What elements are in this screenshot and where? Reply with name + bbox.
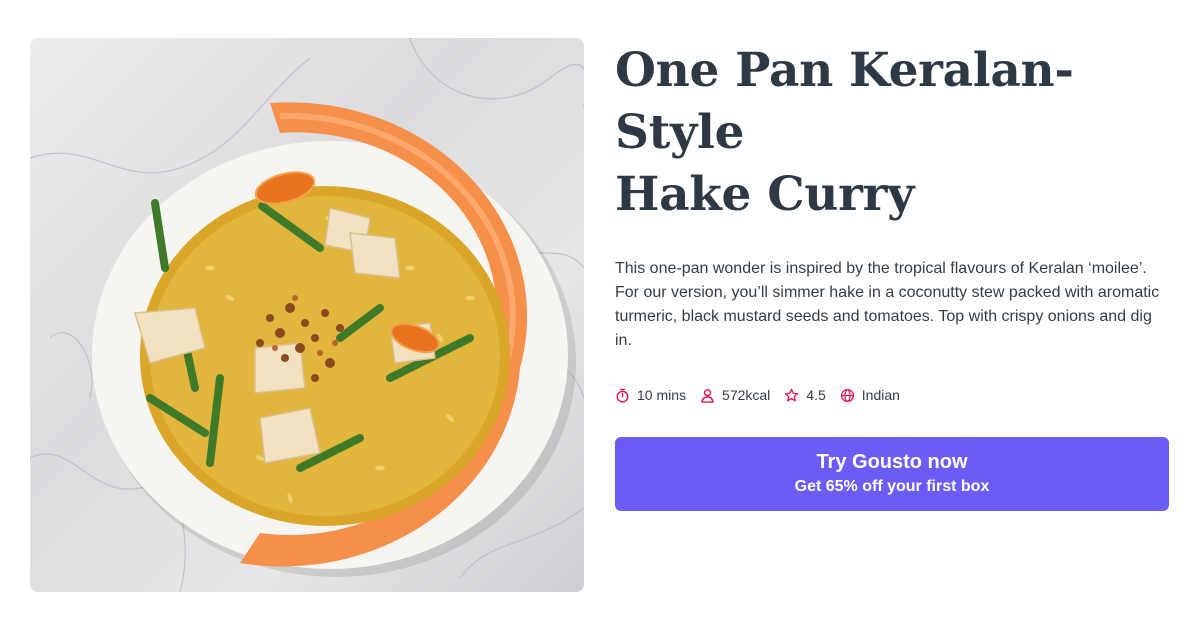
star-icon xyxy=(785,388,799,401)
recipe-share-card: One Pan Keralan-Style Hake Curry This on… xyxy=(0,0,1200,630)
meta-rating-label: 4.5 xyxy=(806,387,826,403)
recipe-title-line-2: Hake Curry xyxy=(615,167,915,222)
globe-icon xyxy=(840,388,854,402)
cta-sublabel: Get 65% off your first box xyxy=(794,478,990,495)
recipe-description: This one-pan wonder is inspired by the t… xyxy=(615,260,1160,349)
try-gousto-button[interactable]: Try Gousto now Get 65% off your first bo… xyxy=(615,437,1169,511)
recipe-photo xyxy=(30,38,584,592)
meta-time: 10 mins xyxy=(615,387,686,403)
meta-calories-label: 572kcal xyxy=(722,387,771,403)
person-icon xyxy=(701,388,714,403)
recipe-meta: 10 mins 572kcal 4.5 Indian xyxy=(615,385,1170,405)
meta-cuisine-label: Indian xyxy=(861,387,900,403)
recipe-title: One Pan Keralan-Style Hake Curry xyxy=(615,40,1170,226)
cta-label: Try Gousto now xyxy=(816,451,968,473)
meta-cuisine: Indian xyxy=(840,387,900,403)
recipe-title-line-1: One Pan Keralan-Style xyxy=(615,43,1074,160)
curry-bowl-illustration xyxy=(30,38,584,592)
meta-calories: 572kcal xyxy=(700,387,770,403)
recipe-details: One Pan Keralan-Style Hake Curry This on… xyxy=(615,40,1170,511)
meta-rating: 4.5 xyxy=(784,387,826,403)
stopwatch-icon xyxy=(616,388,629,403)
meta-time-label: 10 mins xyxy=(637,387,687,403)
